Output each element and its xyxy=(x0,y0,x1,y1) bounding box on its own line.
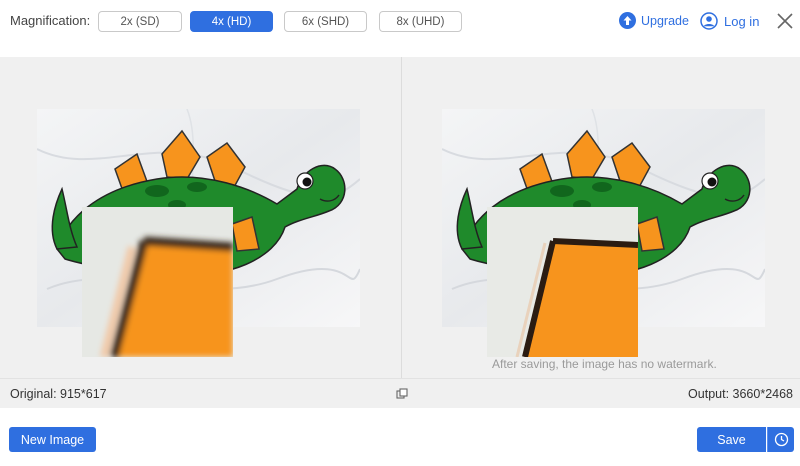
compare-toggle-icon[interactable] xyxy=(396,388,408,400)
size-info-bar: Original: 915*617 Output: 3660*2468 xyxy=(0,378,800,408)
toolbar: Magnification: 2x (SD) 4x (HD) 6x (SHD) … xyxy=(0,0,800,57)
upgrade-label: Upgrade xyxy=(641,13,689,28)
mag-option-8x[interactable]: 8x (UHD) xyxy=(379,11,462,32)
compare-stage: After saving, the image has no watermark… xyxy=(0,57,800,378)
new-image-button[interactable]: New Image xyxy=(9,427,96,452)
output-size: Output: 3660*2468 xyxy=(688,387,793,401)
user-icon xyxy=(700,12,718,30)
mag-option-6x[interactable]: 6x (SHD) xyxy=(284,11,367,32)
login-link[interactable]: Log in xyxy=(700,12,759,30)
close-icon[interactable] xyxy=(776,12,794,30)
upgrade-icon xyxy=(619,12,636,29)
original-zoom-lens xyxy=(82,207,233,357)
login-label: Log in xyxy=(724,13,760,29)
mag-option-4x[interactable]: 4x (HD) xyxy=(190,11,273,32)
action-bar: New Image Save xyxy=(0,408,800,466)
compare-divider[interactable] xyxy=(401,57,402,378)
watermark-note: After saving, the image has no watermark… xyxy=(492,357,717,371)
magnification-label: Magnification: xyxy=(10,13,91,28)
clock-icon xyxy=(774,432,788,447)
save-button[interactable]: Save xyxy=(697,427,766,452)
upgrade-link[interactable]: Upgrade xyxy=(619,12,689,29)
mag-option-2x[interactable]: 2x (SD) xyxy=(98,11,182,32)
history-button[interactable] xyxy=(767,427,794,452)
original-size: Original: 915*617 xyxy=(10,387,107,401)
output-zoom-lens xyxy=(487,207,638,357)
